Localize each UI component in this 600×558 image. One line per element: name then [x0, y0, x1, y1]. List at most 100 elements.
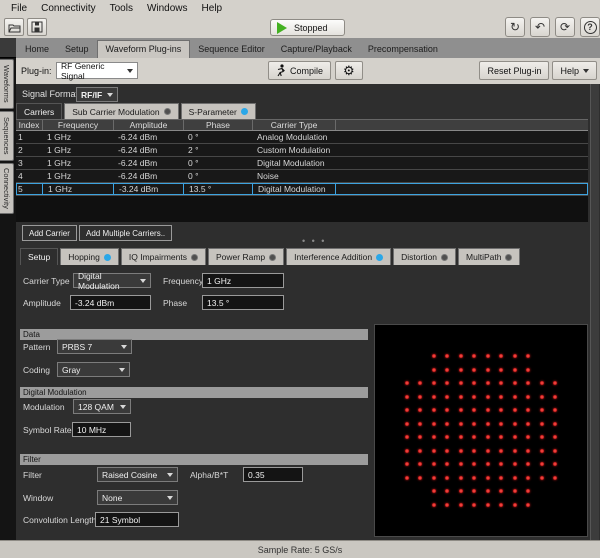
cell-amplitude[interactable]: -3.24 dBm	[113, 183, 183, 195]
constellation-point	[540, 435, 544, 439]
clock-refresh-button[interactable]: ↻	[505, 17, 525, 37]
cell-carrier-type[interactable]: Custom Modulation	[252, 144, 335, 156]
cell-carrier-type[interactable]: Noise	[252, 170, 335, 182]
cell-phase[interactable]: 2 °	[183, 144, 252, 156]
col-header-frequency[interactable]: Frequency	[42, 120, 113, 130]
menu-item-tools[interactable]: Tools	[103, 2, 140, 15]
cell-carrier-type[interactable]: Digital Modulation	[252, 183, 335, 195]
run-state-button[interactable]: Stopped	[270, 19, 345, 36]
side-tab-connectivity[interactable]: Connectivity	[0, 163, 14, 214]
sync-button[interactable]: ⟳	[555, 17, 575, 37]
compile-settings-button[interactable]: ⚙	[335, 61, 363, 80]
undo-history-button[interactable]: ↶	[530, 17, 550, 37]
menu-item-windows[interactable]: Windows	[140, 2, 195, 15]
cell-amplitude[interactable]: -6.24 dBm	[113, 157, 183, 169]
table-row[interactable]: 51 GHz-3.24 dBm13.5 °Digital Modulation	[16, 183, 588, 196]
constellation-point	[418, 395, 422, 399]
window-dropdown[interactable]: None	[97, 490, 178, 505]
plugin-select-dropdown[interactable]: RF Generic Signal	[56, 62, 138, 79]
table-row[interactable]: 21 GHz-6.24 dBm2 °Custom Modulation	[16, 144, 588, 157]
cell-index[interactable]: 4	[16, 170, 42, 182]
menu-item-connectivity[interactable]: Connectivity	[34, 2, 102, 15]
save-button[interactable]	[27, 18, 47, 36]
open-file-button[interactable]	[4, 18, 24, 36]
constellation-point	[513, 462, 517, 466]
coding-dropdown[interactable]: Gray	[57, 362, 130, 377]
tab-power-ramp[interactable]: Power Ramp	[208, 248, 284, 265]
cell-phase[interactable]: 13.5 °	[183, 183, 252, 195]
pattern-dropdown[interactable]: PRBS 7	[57, 339, 132, 354]
signal-format-dropdown[interactable]: RF/IF	[76, 87, 118, 102]
col-header-index[interactable]: Index	[16, 120, 42, 130]
tab-s-parameter[interactable]: S-Parameter	[181, 103, 256, 119]
help-button[interactable]: ?	[580, 17, 600, 37]
constellation-point	[499, 462, 503, 466]
vertical-scrollbar[interactable]	[590, 84, 599, 540]
alpha-bt-label: Alpha/B*T	[190, 470, 228, 480]
cell-index[interactable]: 1	[16, 131, 42, 143]
table-row[interactable]: 41 GHz-6.24 dBm0 °Noise	[16, 170, 588, 183]
cell-phase[interactable]: 0 °	[183, 131, 252, 143]
add-carrier-button[interactable]: Add Carrier	[22, 225, 77, 241]
tab-precompensation[interactable]: Precompensation	[360, 41, 446, 58]
compile-button[interactable]: Compile	[268, 61, 331, 80]
phase-field[interactable]: 13.5 °	[202, 295, 284, 310]
col-header-amplitude[interactable]: Amplitude	[113, 120, 183, 130]
help-menu-button[interactable]: Help	[552, 61, 597, 80]
cell-frequency[interactable]: 1 GHz	[42, 144, 113, 156]
cell-frequency[interactable]: 1 GHz	[42, 170, 113, 182]
cell-frequency[interactable]: 1 GHz	[42, 183, 113, 195]
amplitude-field[interactable]: -3.24 dBm	[70, 295, 151, 310]
tab-distortion[interactable]: Distortion	[393, 248, 456, 265]
cell-amplitude[interactable]: -6.24 dBm	[113, 131, 183, 143]
cell-index[interactable]: 5	[16, 183, 42, 195]
menu-item-file[interactable]: File	[4, 2, 34, 15]
cell-carrier-type[interactable]: Digital Modulation	[252, 157, 335, 169]
modulation-dropdown[interactable]: 128 QAM	[73, 399, 131, 414]
tab-home[interactable]: Home	[17, 41, 57, 58]
interference-addition-state-icon	[376, 254, 383, 261]
tab-sequence-editor[interactable]: Sequence Editor	[190, 41, 273, 58]
filter-dropdown[interactable]: Raised Cosine	[97, 467, 178, 482]
tab-interference-addition[interactable]: Interference Addition	[286, 248, 391, 265]
tab-setup[interactable]: Setup	[57, 41, 97, 58]
constellation-point	[526, 503, 530, 507]
cell-amplitude[interactable]: -6.24 dBm	[113, 170, 183, 182]
side-tab-sequences[interactable]: Sequences	[0, 111, 14, 161]
tab-carriers[interactable]: Carriers	[16, 103, 62, 119]
cell-carrier-type[interactable]: Analog Modulation	[252, 131, 335, 143]
alpha-bt-field[interactable]: 0.35	[243, 467, 303, 482]
cell-frequency[interactable]: 1 GHz	[42, 131, 113, 143]
tab-multipath[interactable]: MultiPath	[458, 248, 520, 265]
table-row[interactable]: 11 GHz-6.24 dBm0 °Analog Modulation	[16, 131, 588, 144]
frequency-field[interactable]: 1 GHz	[202, 273, 284, 288]
carrier-type-dropdown[interactable]: Digital Modulation	[73, 273, 151, 288]
symbol-rate-field[interactable]: 10 MHz	[72, 422, 131, 437]
cell-index[interactable]: 2	[16, 144, 42, 156]
menu-item-help[interactable]: Help	[195, 2, 230, 15]
status-bar: Sample Rate: 5 GS/s	[0, 540, 600, 558]
cell-phase[interactable]: 0 °	[183, 170, 252, 182]
side-tab-waveforms[interactable]: Waveforms	[0, 59, 14, 109]
tab-sub-carrier-modulation[interactable]: Sub Carrier Modulation	[64, 103, 178, 119]
tab-label: Sub Carrier Modulation	[72, 107, 159, 117]
table-row[interactable]: 31 GHz-6.24 dBm0 °Digital Modulation	[16, 157, 588, 170]
cell-amplitude[interactable]: -6.24 dBm	[113, 144, 183, 156]
convolution-length-field[interactable]: 21 Symbol	[95, 512, 179, 527]
tab-waveform-plug-ins[interactable]: Waveform Plug-ins	[97, 40, 191, 58]
col-header-phase[interactable]: Phase	[183, 120, 252, 130]
add-multiple-carriers-button[interactable]: Add Multiple Carriers..	[79, 225, 172, 241]
cell-index[interactable]: 3	[16, 157, 42, 169]
cell-phase[interactable]: 0 °	[183, 157, 252, 169]
cell-frequency[interactable]: 1 GHz	[42, 157, 113, 169]
help-icon: ?	[584, 21, 597, 34]
col-header-carrier-type[interactable]: Carrier Type	[252, 120, 335, 130]
tab-hopping[interactable]: Hopping	[60, 248, 119, 265]
splitter-handle[interactable]: • • •	[302, 236, 326, 246]
tab-iq-impairments[interactable]: IQ Impairments	[121, 248, 206, 265]
tab-label: MultiPath	[466, 252, 501, 262]
reset-plugin-button[interactable]: Reset Plug-in	[479, 61, 549, 80]
tab-capture-playback[interactable]: Capture/Playback	[273, 41, 360, 58]
tab-setup[interactable]: Setup	[20, 248, 58, 265]
constellation-point	[540, 449, 544, 453]
